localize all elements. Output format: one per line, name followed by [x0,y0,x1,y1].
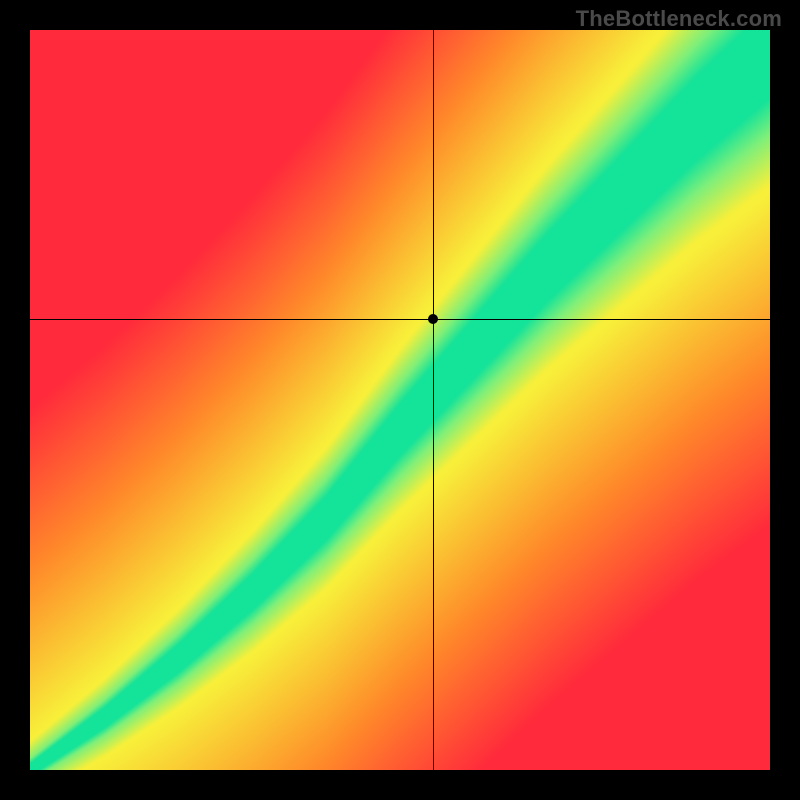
crosshair-horizontal [30,319,770,320]
crosshair-vertical [433,30,434,770]
chart-container: TheBottleneck.com [0,0,800,800]
heatmap-plot [30,30,770,770]
watermark-text: TheBottleneck.com [576,6,782,32]
marker-dot [428,314,438,324]
heatmap-canvas [30,30,770,770]
